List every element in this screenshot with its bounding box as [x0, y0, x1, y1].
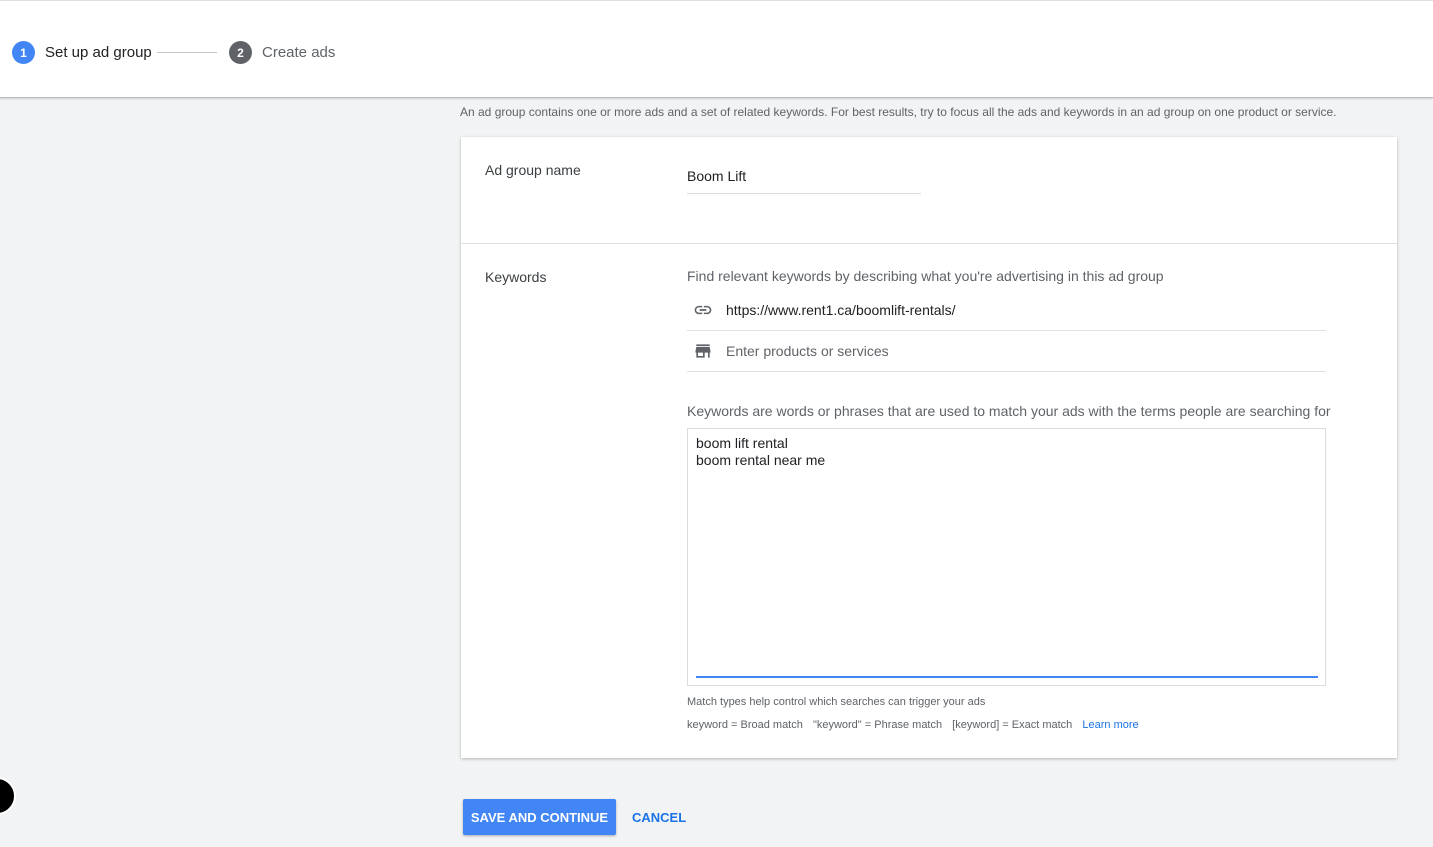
keyword-entry: boom lift rental [696, 435, 788, 451]
match-types-help: Match types help control which searches … [687, 696, 986, 708]
learn-more-link[interactable]: Learn more [1082, 719, 1138, 731]
step-label: Create ads [262, 44, 336, 61]
phrase-match-text: "keyword" = Phrase match [812, 719, 943, 731]
ad-group-name-input[interactable]: Boom Lift [687, 168, 921, 194]
save-and-continue-button[interactable]: SAVE AND CONTINUE [463, 799, 616, 835]
store-icon [693, 341, 713, 361]
step-number-badge: 2 [229, 41, 252, 64]
website-url-row[interactable]: https://www.rent1.ca/boomlift-rentals/ [687, 290, 1326, 331]
products-services-input[interactable]: Enter products or services [726, 343, 889, 359]
website-url-value: https://www.rent1.ca/boomlift-rentals/ [726, 302, 956, 318]
keywords-label: Keywords [485, 269, 547, 285]
keywords-help-text: Find relevant keywords by describing wha… [687, 268, 1164, 284]
step-label: Set up ad group [45, 44, 152, 61]
cancel-button[interactable]: CANCEL [624, 799, 694, 835]
section-divider [461, 243, 1397, 244]
ad-group-card: Ad group name Boom Lift Keywords Find re… [461, 137, 1397, 758]
ad-group-name-label: Ad group name [485, 162, 581, 178]
floating-action-button[interactable] [0, 777, 16, 815]
broad-match-text: keyword = Broad match [687, 719, 803, 731]
keyword-entry: boom rental near me [696, 452, 826, 468]
keywords-textarea[interactable]: boom lift rental boom rental near me [687, 428, 1326, 686]
step-set-up-ad-group[interactable]: 1 Set up ad group [12, 41, 152, 64]
exact-match-text: [keyword] = Exact match [952, 719, 1073, 731]
keywords-description: Keywords are words or phrases that are u… [687, 403, 1331, 419]
textarea-focus-underline [696, 676, 1318, 678]
match-types-legend: keyword = Broad match "keyword" = Phrase… [687, 719, 1146, 731]
step-connector [157, 52, 217, 53]
step-create-ads[interactable]: 2 Create ads [229, 41, 335, 64]
ad-group-intro-text: An ad group contains one or more ads and… [460, 105, 1337, 119]
products-services-row[interactable]: Enter products or services [687, 331, 1326, 372]
stepper-bar: 1 Set up ad group 2 Create ads [0, 0, 1433, 98]
link-icon [693, 300, 713, 320]
step-number-badge: 1 [12, 41, 35, 64]
